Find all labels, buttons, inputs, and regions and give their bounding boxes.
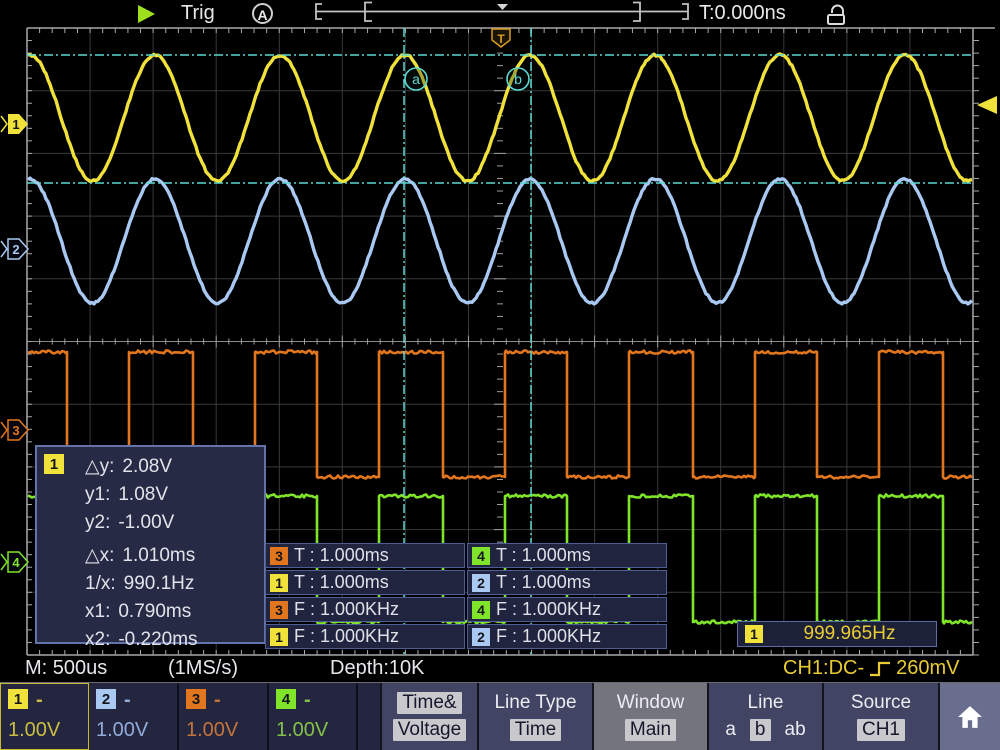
trigger-level-arrow[interactable] <box>977 96 997 114</box>
ch3-position-marker[interactable]: 3 <box>1 420 28 440</box>
menu-window-button[interactable]: Window Main <box>592 683 707 750</box>
svg-text:4: 4 <box>12 555 20 570</box>
channel-2-scale: 1.00V <box>96 719 177 742</box>
cursor-panel-channel-badge: 1 <box>44 454 64 474</box>
svg-text:1: 1 <box>12 117 19 132</box>
ch2-position-marker[interactable]: 2 <box>1 239 28 259</box>
trigger-source-coupling: CH1:DC- <box>783 657 864 680</box>
channel-box-4[interactable]: 4- 1.00V <box>269 683 358 750</box>
cursor-readout-y2: y2:-1.00V <box>85 509 198 537</box>
menu-cursor-line-label: Line <box>748 692 784 714</box>
svg-text:2: 2 <box>12 242 19 257</box>
cursor-line-option-a[interactable]: a <box>725 719 736 741</box>
frequency-counter-value: 999.965Hz <box>763 623 936 645</box>
channel-4-scale: 1.00V <box>276 719 356 742</box>
oscilloscope-screen: Trig A T:0.000ns abT1234 1 △y:2.08V y1:1… <box>0 0 1000 750</box>
home-icon <box>957 705 983 729</box>
cursor-line-option-b[interactable]: b <box>750 719 771 741</box>
channel-box-2[interactable]: 2- 1.00V <box>89 683 179 750</box>
menu-time-voltage-button[interactable]: Time& Voltage <box>380 683 477 750</box>
cursor-readout-dy: △y:2.08V <box>85 453 198 481</box>
cursor-line-option-ab[interactable]: ab <box>785 719 806 741</box>
rising-edge-icon <box>868 659 892 679</box>
measurement-ch4-period: 4T : 1.000ms <box>467 543 667 568</box>
menu-source-label: Source <box>851 692 911 714</box>
measurement-ch2-period: 2T : 1.000ms <box>467 570 667 595</box>
menu-source-button[interactable]: Source CH1 <box>822 683 938 750</box>
menu-time-voltage-top: Time& <box>397 692 461 714</box>
home-button[interactable] <box>938 683 1000 750</box>
measurement-ch1-period: 1T : 1.000ms <box>265 570 465 595</box>
measurement-ch3-period: 3T : 1.000ms <box>265 543 465 568</box>
menu-time-voltage-bottom: Voltage <box>393 719 466 741</box>
timebase-readout: M: 500us <box>25 657 107 680</box>
measurement-ch4-frequency: 4F : 1.000KHz <box>467 597 667 622</box>
svg-text:3: 3 <box>12 423 19 438</box>
sample-rate-readout: (1MS/s) <box>168 657 238 680</box>
menu-line-type-button[interactable]: Line Type Time <box>477 683 592 750</box>
cursor-readout-invx: 1/x:990.1Hz <box>85 570 198 598</box>
cursor-readout-rows: △y:2.08V y1:1.08V y2:-1.00V △x:1.010ms 1… <box>85 453 198 654</box>
unlock-icon[interactable] <box>824 2 848 26</box>
trigger-offset-readout: T:0.000ns <box>699 2 786 25</box>
measurement-ch1-frequency: 1F : 1.000KHz <box>265 624 465 649</box>
svg-text:T: T <box>497 32 505 46</box>
top-bar: Trig A T:0.000ns <box>0 0 1000 28</box>
memory-position-bar[interactable] <box>0 0 1000 28</box>
trigger-time-marker[interactable]: T <box>492 29 510 47</box>
ch4-position-marker[interactable]: 4 <box>1 552 28 572</box>
measurement-ch2-frequency: 2F : 1.000KHz <box>467 624 667 649</box>
channel-box-3[interactable]: 3- 1.00V <box>179 683 269 750</box>
frequency-counter-channel-badge: 1 <box>745 625 763 643</box>
channel-3-scale: 1.00V <box>186 719 267 742</box>
cursor-readout-dx: △x:1.010ms <box>85 542 198 570</box>
menu-window-label: Window <box>617 692 685 714</box>
menu-window-value: Main <box>625 719 676 741</box>
cursor-readout-y1: y1:1.08V <box>85 481 198 509</box>
trigger-level-value: 260mV <box>896 657 959 680</box>
status-bar: M: 500us (1MS/s) Depth:10K CH1:DC- 260mV <box>0 655 1000 682</box>
menu-cursor-line-button[interactable]: Line a b ab <box>707 683 822 750</box>
svg-text:a: a <box>412 71 420 87</box>
menu-source-value: CH1 <box>857 719 905 741</box>
svg-text:b: b <box>514 71 522 87</box>
menu-line-type-label: Line Type <box>494 692 576 714</box>
trace-ch1 <box>28 54 972 182</box>
cursor-line-options: a b ab <box>725 719 805 741</box>
channel-1-scale: 1.00V <box>8 719 88 742</box>
measurement-ch3-frequency: 3F : 1.000KHz <box>265 597 465 622</box>
bottom-menu-bar: 1- 1.00V 2- 1.00V 3- 1.00V 4- 1.00V Time… <box>0 682 1000 750</box>
frequency-counter: 1 999.965Hz <box>737 621 937 647</box>
cursor-readout-x2: x2:-0.220ms <box>85 626 198 654</box>
menu-line-type-value: Time <box>510 719 562 741</box>
trace-ch2 <box>28 178 972 304</box>
record-depth-readout: Depth:10K <box>330 657 425 680</box>
cursor-measurement-panel: 1 △y:2.08V y1:1.08V y2:-1.00V △x:1.010ms… <box>35 445 266 644</box>
auto-measurements-panel: 3T : 1.000ms 4T : 1.000ms 1T : 1.000ms 2… <box>265 543 667 649</box>
cursor-readout-x1: x1:0.790ms <box>85 598 198 626</box>
trigger-settings-readout: CH1:DC- 260mV <box>783 657 960 680</box>
trigger-position-marker[interactable] <box>497 4 508 10</box>
ch1-position-marker[interactable]: 1 <box>1 114 28 134</box>
channel-box-1[interactable]: 1- 1.00V <box>0 683 89 750</box>
